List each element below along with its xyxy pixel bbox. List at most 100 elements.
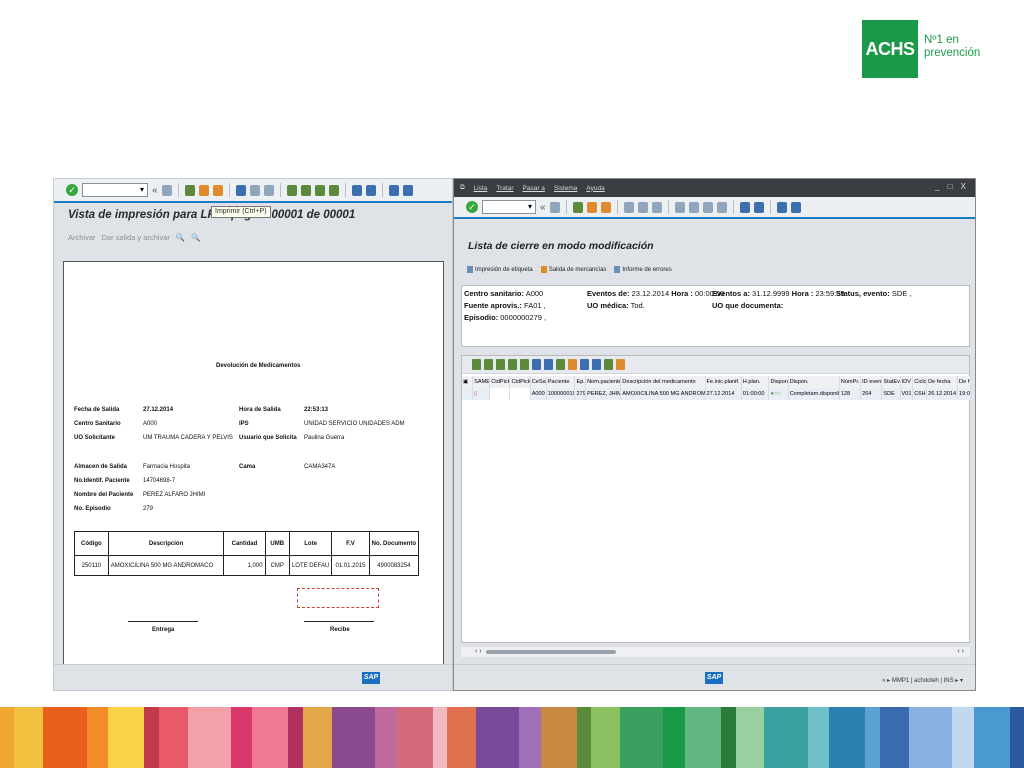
- col-de-fecha[interactable]: De fecha: [926, 376, 959, 388]
- sort-asc-icon[interactable]: [508, 359, 517, 370]
- print-icon[interactable]: [235, 184, 246, 196]
- back-icon[interactable]: [572, 201, 583, 213]
- save-icon[interactable]: [549, 201, 560, 213]
- window-controls[interactable]: _ □ X: [935, 182, 969, 191]
- prev-page-icon[interactable]: [300, 184, 311, 196]
- ctdpicko-input[interactable]: [489, 388, 511, 400]
- row-selector[interactable]: [462, 388, 474, 400]
- menu-tratar[interactable]: Tratar: [496, 185, 513, 192]
- next-page-icon[interactable]: [314, 184, 325, 196]
- status-field: Status, evento: SDE ,: [836, 289, 911, 298]
- find-next-icon[interactable]: [263, 184, 274, 196]
- almacen-value: Farmacia Hospita: [143, 464, 191, 470]
- archive-button[interactable]: Archivar: [68, 233, 96, 242]
- col-fe-inic[interactable]: Fe.inic.planif.: [705, 376, 742, 388]
- subtotal-icon[interactable]: [568, 359, 577, 370]
- col-ep[interactable]: Ep.: [574, 376, 587, 388]
- next-page-icon[interactable]: [702, 201, 713, 213]
- new-session-icon[interactable]: [351, 184, 362, 196]
- col-h-plan[interactable]: H.plan.: [741, 376, 770, 388]
- filter-icon[interactable]: [496, 359, 505, 370]
- cancel-icon[interactable]: [212, 184, 223, 196]
- exit-icon[interactable]: [198, 184, 209, 196]
- error-report-button[interactable]: Informe de errores: [614, 266, 671, 274]
- goods-issue-button[interactable]: Salida de mercancías: [541, 266, 607, 274]
- export-icon[interactable]: [592, 359, 601, 370]
- command-field[interactable]: ▾: [82, 183, 148, 197]
- cancel-icon[interactable]: [600, 201, 611, 213]
- first-page-icon[interactable]: [674, 201, 685, 213]
- find-icon[interactable]: [637, 201, 648, 213]
- col-ctdpicke[interactable]: CtdPickE: [509, 376, 531, 388]
- col-ciclo[interactable]: Ciclo: [912, 376, 928, 388]
- col-descripcion[interactable]: Descripción del medicamento: [620, 376, 706, 388]
- set-filter-icon[interactable]: [544, 359, 553, 370]
- save-icon[interactable]: [161, 184, 172, 196]
- scroll-right-icon[interactable]: ‹ ›: [957, 647, 964, 657]
- menu-pasar-a[interactable]: Pasar a: [523, 185, 545, 192]
- horizontal-scrollbar[interactable]: ‹ › ‹ ›: [461, 647, 970, 657]
- menu-ayuda[interactable]: Ayuda: [586, 185, 604, 192]
- col-dispon-icon[interactable]: Dispon.: [768, 376, 789, 388]
- ctdpicke-input[interactable]: [509, 388, 531, 400]
- last-page-icon[interactable]: [328, 184, 339, 196]
- first-page-icon[interactable]: [286, 184, 297, 196]
- centro-value: A000: [143, 421, 158, 427]
- col-samer[interactable]: SAMER: [472, 376, 491, 388]
- find-icon[interactable]: [249, 184, 260, 196]
- find-next-icon[interactable]: [651, 201, 662, 213]
- stripe: [14, 707, 44, 768]
- col-numpr[interactable]: NúmPr.: [839, 376, 862, 388]
- print-icon[interactable]: [580, 359, 589, 370]
- print-icon[interactable]: [623, 201, 634, 213]
- stripe: [685, 707, 722, 768]
- info-icon[interactable]: [616, 359, 625, 370]
- exit-icon[interactable]: [586, 201, 597, 213]
- col-cesa[interactable]: CeSa: [530, 376, 547, 388]
- prev-page-icon[interactable]: [688, 201, 699, 213]
- help-icon[interactable]: [776, 201, 787, 213]
- command-field[interactable]: ▾: [482, 200, 536, 214]
- refresh-icon[interactable]: [484, 359, 493, 370]
- shortcut-icon[interactable]: [365, 184, 376, 196]
- help-icon[interactable]: [388, 184, 399, 196]
- col-paciente[interactable]: Paciente: [546, 376, 576, 388]
- double-chevron-icon[interactable]: «: [152, 185, 158, 196]
- enter-check-icon[interactable]: ✓: [466, 201, 478, 213]
- layout-icon[interactable]: [790, 201, 801, 213]
- double-chevron-icon[interactable]: «: [540, 202, 546, 213]
- print-label-button[interactable]: Impresión de etiqueta: [467, 266, 533, 274]
- shortcut-icon[interactable]: [753, 201, 764, 213]
- sort-desc-icon[interactable]: [520, 359, 529, 370]
- back-icon[interactable]: [184, 184, 195, 196]
- menu-sistema[interactable]: Sistema: [554, 185, 577, 192]
- menu-lista[interactable]: Lista: [474, 185, 488, 192]
- layout-icon[interactable]: [604, 359, 613, 370]
- menu-icon[interactable]: ⧉: [460, 184, 465, 192]
- col-idv[interactable]: IDV: [900, 376, 914, 388]
- system-status[interactable]: » ▸ MMP1 | achdoteh | INS ▸ ▾: [882, 677, 963, 684]
- scroll-thumb[interactable]: [486, 650, 616, 654]
- find-icon[interactable]: [532, 359, 541, 370]
- details-icon[interactable]: [472, 359, 481, 370]
- col-statev[interactable]: StatEv: [881, 376, 901, 388]
- col-dispon[interactable]: Dispon.: [788, 376, 840, 388]
- col-de-hora[interactable]: De ho: [957, 376, 971, 388]
- last-page-icon[interactable]: [716, 201, 727, 213]
- scroll-left-icon[interactable]: ‹ ›: [475, 647, 482, 657]
- hora-value: 22:53:13: [304, 407, 329, 413]
- sum-icon[interactable]: [556, 359, 565, 370]
- table-row[interactable]: ▯ A000 1000000195 279 PEREZ, JHIMI AMOXI…: [462, 388, 971, 400]
- col-id-even[interactable]: ID even.: [860, 376, 883, 388]
- alv-grid: ▣ SAMER CtdPickO CtdPickE CeSa Paciente …: [461, 355, 971, 643]
- enter-check-icon[interactable]: ✓: [66, 184, 78, 196]
- select-all-icon[interactable]: ▣: [462, 376, 474, 388]
- col-nom-paciente[interactable]: Nom.paciente: [585, 376, 622, 388]
- col-ctdpicko[interactable]: CtdPickO: [489, 376, 511, 388]
- layout-icon[interactable]: [402, 184, 413, 196]
- print-archive-button[interactable]: Dar salida y archivar: [102, 233, 170, 242]
- zoom-out-icon[interactable]: 🔍: [191, 233, 200, 242]
- new-session-icon[interactable]: [739, 201, 750, 213]
- samer-icon[interactable]: ▯: [472, 388, 491, 400]
- zoom-in-icon[interactable]: 🔍: [176, 233, 185, 242]
